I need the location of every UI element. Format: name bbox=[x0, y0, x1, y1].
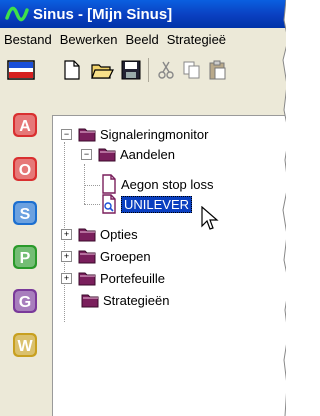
tree-node-signaleringmonitor[interactable]: − Signaleringmonitor bbox=[61, 124, 208, 144]
svg-text:S: S bbox=[20, 206, 31, 223]
toolbar bbox=[0, 51, 286, 89]
page-margin bbox=[286, 0, 298, 416]
new-document-icon[interactable] bbox=[62, 59, 82, 81]
open-folder-icon[interactable] bbox=[90, 59, 114, 81]
save-icon[interactable] bbox=[120, 59, 142, 81]
folder-icon bbox=[78, 228, 96, 242]
mouse-cursor-icon bbox=[201, 206, 219, 230]
sidebar-watchlist-button[interactable]: W bbox=[12, 332, 38, 358]
folder-icon bbox=[78, 272, 96, 286]
sidebar-portefeuille-button[interactable]: P bbox=[12, 244, 38, 270]
folder-icon bbox=[81, 294, 99, 308]
document-icon bbox=[102, 174, 116, 194]
copy-icon[interactable] bbox=[181, 59, 203, 81]
collapse-toggle[interactable]: − bbox=[61, 128, 72, 140]
svg-text:W: W bbox=[17, 338, 33, 355]
sidebar-aandelen-button[interactable]: A bbox=[12, 112, 38, 138]
menu-bestand[interactable]: Bestand bbox=[0, 32, 56, 47]
tree-node-aandelen[interactable]: − Aandelen bbox=[81, 144, 175, 164]
folder-icon bbox=[78, 250, 96, 264]
tree-node-unilever[interactable]: UNILEVER bbox=[101, 194, 193, 214]
expand-toggle[interactable]: + bbox=[61, 228, 72, 240]
paste-icon[interactable] bbox=[207, 59, 229, 81]
tree-node-groepen[interactable]: + Groepen bbox=[61, 246, 151, 266]
svg-text:G: G bbox=[19, 294, 31, 311]
svg-text:O: O bbox=[19, 162, 31, 179]
tree-connector bbox=[84, 164, 85, 204]
menu-bewerken[interactable]: Bewerken bbox=[56, 32, 122, 47]
folder-icon bbox=[98, 148, 116, 162]
window-title: Sinus - [Mijn Sinus] bbox=[33, 5, 173, 23]
sidebar-strategie-button[interactable]: S bbox=[12, 200, 38, 226]
collapse-toggle[interactable]: − bbox=[81, 148, 92, 160]
app-window: Sinus - [Mijn Sinus] Bestand Bewerken Be… bbox=[0, 0, 286, 416]
svg-text:A: A bbox=[19, 118, 31, 135]
sidebar: A O S P G W bbox=[4, 98, 46, 416]
document-search-icon bbox=[102, 194, 116, 214]
title-bar: Sinus - [Mijn Sinus] bbox=[0, 0, 286, 28]
toolbar-separator bbox=[148, 58, 149, 82]
expand-toggle[interactable]: + bbox=[61, 250, 72, 262]
sidebar-opties-button[interactable]: O bbox=[12, 156, 38, 182]
menu-bar: Bestand Bewerken Beeld Strategieë bbox=[0, 28, 286, 50]
tree-connector bbox=[84, 185, 100, 186]
tree-node-portefeuille[interactable]: + Portefeuille bbox=[61, 268, 165, 288]
folder-icon bbox=[78, 128, 96, 142]
menu-beeld[interactable]: Beeld bbox=[122, 32, 163, 47]
svg-text:P: P bbox=[20, 250, 31, 267]
tree-node-strategieen[interactable]: Strategieën bbox=[81, 290, 170, 310]
cut-icon[interactable] bbox=[155, 59, 177, 81]
sinus-logo-icon bbox=[5, 6, 29, 22]
tree-node-opties[interactable]: + Opties bbox=[61, 224, 138, 244]
menu-strategieen[interactable]: Strategieë bbox=[163, 32, 230, 47]
tree-connector bbox=[84, 204, 100, 205]
tree-node-aegon-stop-loss[interactable]: Aegon stop loss bbox=[101, 174, 214, 194]
layout-icon[interactable] bbox=[6, 58, 36, 82]
tree-view: − Signaleringmonitor − Aandelen Aegon st… bbox=[52, 115, 286, 416]
expand-toggle[interactable]: + bbox=[61, 272, 72, 284]
sidebar-groepen-button[interactable]: G bbox=[12, 288, 38, 314]
